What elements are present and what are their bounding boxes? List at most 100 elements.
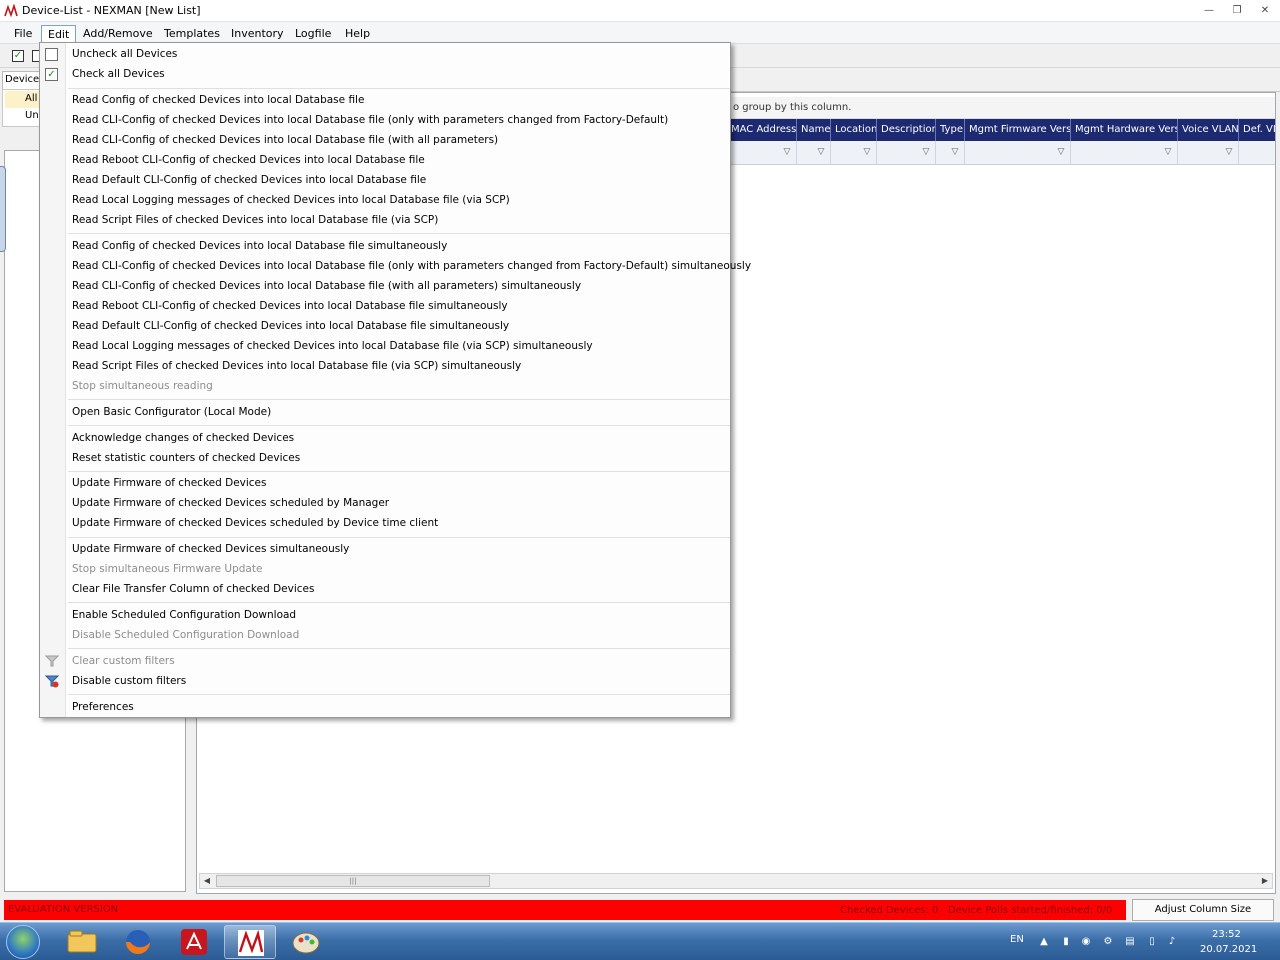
volume-icon[interactable]: ♪ — [1166, 936, 1178, 948]
col-mgmt-hardware[interactable]: Mgmt Hardware Vers. — [1071, 119, 1178, 141]
menu-enable-scheduled-download[interactable]: Enable Scheduled Configuration Download — [72, 605, 296, 625]
adjust-column-size-button[interactable]: Adjust Column Size — [1132, 899, 1274, 921]
menu-read-default-cli[interactable]: Read Default CLI-Config of checked Devic… — [72, 170, 426, 190]
menu-help[interactable]: Help — [339, 25, 376, 43]
menu-read-default-cli-sim[interactable]: Read Default CLI-Config of checked Devic… — [72, 316, 509, 336]
menu-separator — [68, 399, 730, 400]
taskbar: EN ▲ ▮ ◉ ⚙ ▤ ▯ ♪ 23:52 20.07.2021 — [0, 922, 1280, 960]
start-button[interactable] — [6, 925, 40, 959]
menu-read-cli-changed-sim[interactable]: Read CLI-Config of checked Devices into … — [72, 256, 751, 276]
col-name[interactable]: Name — [797, 119, 831, 141]
nexman-icon — [238, 929, 264, 956]
paint-task-button[interactable] — [280, 925, 332, 959]
menu-separator — [68, 537, 730, 538]
device-list-tab[interactable]: Device-L — [2, 71, 42, 89]
menu-read-logging[interactable]: Read Local Logging messages of checked D… — [72, 190, 510, 210]
menu-stop-simultaneous-reading: Stop simultaneous reading — [72, 380, 213, 392]
menu-read-cli-all-sim[interactable]: Read CLI-Config of checked Devices into … — [72, 276, 581, 296]
filter-icon[interactable]: ▽ — [1056, 147, 1066, 157]
col-def-vlan[interactable]: Def. VL — [1239, 119, 1275, 141]
acrobat-task-button[interactable] — [168, 925, 220, 959]
menu-clear-file-transfer[interactable]: Clear File Transfer Column of checked De… — [72, 579, 314, 599]
menu-read-reboot-cli[interactable]: Read Reboot CLI-Config of checked Device… — [72, 150, 425, 170]
signal-icon[interactable]: ▯ — [1146, 936, 1158, 948]
filter-cell: ▽ — [965, 141, 1071, 165]
menu-separator — [68, 425, 730, 426]
filter-icon[interactable]: ▽ — [862, 147, 872, 157]
scroll-right-arrow-icon[interactable]: ▶ — [1258, 874, 1272, 888]
clock-date[interactable]: 20.07.2021 — [1200, 944, 1257, 955]
settings-tray-icon[interactable]: ⚙ — [1102, 936, 1114, 948]
show-hidden-icons-icon[interactable]: ▲ — [1038, 936, 1050, 948]
col-description[interactable]: Description — [877, 119, 936, 141]
menu-stop-firmware-update: Stop simultaneous Firmware Update — [72, 563, 263, 575]
network-icon[interactable]: ▤ — [1124, 936, 1136, 948]
side-dock-handle[interactable] — [0, 166, 6, 252]
group-by-hint: o group by this column. — [733, 102, 852, 113]
nexman-app-icon — [4, 4, 18, 18]
file-explorer-task-button[interactable] — [56, 925, 108, 959]
menu-add-remove[interactable]: Add/Remove — [77, 25, 159, 43]
menu-update-firmware-time-client[interactable]: Update Firmware of checked Devices sched… — [72, 513, 438, 533]
filter-icon[interactable]: ▽ — [816, 147, 826, 157]
scroll-thumb[interactable]: ||| — [216, 875, 490, 887]
col-mgmt-firmware[interactable]: Mgmt Firmware Vers. — [965, 119, 1071, 141]
minimize-button[interactable]: — — [1200, 3, 1218, 19]
filter-cell: ▽ — [831, 141, 877, 165]
filter-cell: ▽ — [727, 141, 797, 165]
col-location[interactable]: Location — [831, 119, 877, 141]
menu-file[interactable]: File — [8, 25, 38, 43]
menu-update-firmware-sim[interactable]: Update Firmware of checked Devices simul… — [72, 539, 349, 559]
menu-templates[interactable]: Templates — [158, 25, 226, 43]
menu-update-firmware-manager[interactable]: Update Firmware of checked Devices sched… — [72, 493, 389, 513]
close-button[interactable]: ✕ — [1256, 3, 1274, 19]
menu-check-all-devices[interactable]: Check all Devices — [72, 64, 165, 84]
menu-bar: File Edit Add/Remove Templates Inventory… — [0, 22, 1280, 44]
menu-inventory[interactable]: Inventory — [225, 25, 290, 43]
firefox-task-button[interactable] — [112, 925, 164, 959]
menu-disable-custom-filters[interactable]: Disable custom filters — [72, 671, 186, 691]
menu-read-reboot-cli-sim[interactable]: Read Reboot CLI-Config of checked Device… — [72, 296, 508, 316]
title-bar: Device-List - NEXMAN [New List] — ❐ ✕ — [0, 0, 1280, 22]
menu-read-scripts[interactable]: Read Script Files of checked Devices int… — [72, 210, 438, 230]
menu-read-config-sim[interactable]: Read Config of checked Devices into loca… — [72, 236, 447, 256]
battery-icon[interactable]: ▮ — [1060, 936, 1072, 948]
menu-read-logging-sim[interactable]: Read Local Logging messages of checked D… — [72, 336, 593, 356]
filter-cell: ▽ — [1178, 141, 1239, 165]
file-explorer-icon — [67, 930, 97, 953]
menu-read-scripts-sim[interactable]: Read Script Files of checked Devices int… — [72, 356, 521, 376]
col-type[interactable]: Type — [936, 119, 965, 141]
menu-uncheck-all-devices[interactable]: Uncheck all Devices — [72, 44, 177, 64]
paint-icon — [292, 932, 320, 954]
language-indicator[interactable]: EN — [1010, 934, 1024, 945]
clear-filter-icon — [45, 655, 59, 667]
menu-separator — [68, 602, 730, 603]
restore-button[interactable]: ❐ — [1228, 3, 1246, 19]
toolbar-check-all-checkbox[interactable]: ✓ — [12, 50, 24, 62]
menu-logfile[interactable]: Logfile — [289, 25, 337, 43]
menu-read-cli-all[interactable]: Read CLI-Config of checked Devices into … — [72, 130, 498, 150]
filter-icon[interactable]: ▽ — [921, 147, 931, 157]
check-all-checkbox-icon: ✓ — [45, 68, 58, 81]
menu-acknowledge-changes[interactable]: Acknowledge changes of checked Devices — [72, 428, 294, 448]
scroll-left-arrow-icon[interactable]: ◀ — [200, 874, 214, 888]
nexman-task-button[interactable] — [224, 925, 276, 959]
menu-read-cli-changed[interactable]: Read CLI-Config of checked Devices into … — [72, 110, 668, 130]
menu-preferences[interactable]: Preferences — [72, 697, 134, 717]
menu-separator — [68, 233, 730, 234]
menu-open-basic-configurator[interactable]: Open Basic Configurator (Local Mode) — [72, 402, 271, 422]
col-voice-vlan[interactable]: Voice VLAN — [1178, 119, 1239, 141]
app-tray-icon[interactable]: ◉ — [1080, 936, 1092, 948]
col-mac-address[interactable]: MAC Address — [727, 119, 797, 141]
filter-icon[interactable]: ▽ — [1224, 147, 1234, 157]
menu-edit[interactable]: Edit — [41, 25, 77, 43]
filter-icon[interactable]: ▽ — [950, 147, 960, 157]
filter-icon[interactable]: ▽ — [1163, 147, 1173, 157]
filter-icon[interactable]: ▽ — [782, 147, 792, 157]
menu-update-firmware[interactable]: Update Firmware of checked Devices — [72, 473, 267, 493]
menu-read-config[interactable]: Read Config of checked Devices into loca… — [72, 90, 364, 110]
horizontal-scrollbar[interactable]: ◀ ||| ▶ — [199, 873, 1273, 889]
clock-time[interactable]: 23:52 — [1212, 929, 1241, 940]
menu-reset-statistic-counters[interactable]: Reset statistic counters of checked Devi… — [72, 448, 300, 468]
status-bar: EVALUATION VERSION Checked Devices: 0 De… — [0, 898, 1280, 922]
